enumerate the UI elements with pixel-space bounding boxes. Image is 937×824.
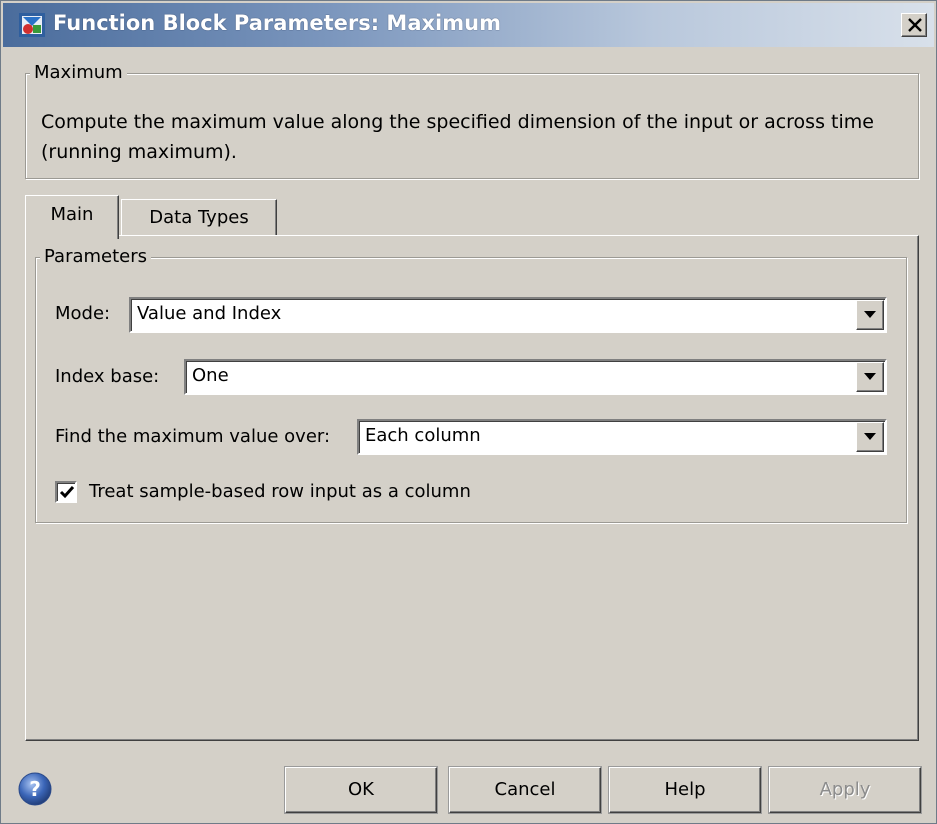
apply-button[interactable]: Apply xyxy=(769,767,921,813)
tab-main-label: Main xyxy=(50,204,94,225)
close-button[interactable] xyxy=(901,13,927,37)
window-title: Function Block Parameters: Maximum xyxy=(53,11,501,35)
tab-data-types-label: Data Types xyxy=(149,207,249,228)
simulink-block-icon xyxy=(19,13,45,37)
find-over-select[interactable]: Each column xyxy=(357,419,887,455)
chevron-down-icon xyxy=(864,433,876,440)
index-base-dropdown-button[interactable] xyxy=(856,362,884,392)
mode-label: Mode: xyxy=(55,303,111,324)
help-button[interactable]: Help xyxy=(609,767,761,813)
find-over-label: Find the maximum value over: xyxy=(55,426,331,447)
description-group-legend: Maximum xyxy=(30,62,127,83)
active-tab-joint xyxy=(27,233,117,237)
find-over-value: Each column xyxy=(365,425,481,446)
chevron-down-icon xyxy=(864,311,876,318)
mode-select[interactable]: Value and Index xyxy=(129,297,887,333)
ok-button[interactable]: OK xyxy=(285,767,437,813)
find-over-dropdown-button[interactable] xyxy=(856,422,884,452)
tab-data-types[interactable]: Data Types xyxy=(121,199,277,235)
mode-value: Value and Index xyxy=(137,303,282,324)
parameters-group-legend: Parameters xyxy=(40,246,152,267)
svg-text:?: ? xyxy=(29,777,41,801)
index-base-select[interactable]: One xyxy=(184,359,887,395)
treat-row-label[interactable]: Treat sample-based row input as a column xyxy=(89,481,471,502)
block-description: Compute the maximum value along the spec… xyxy=(41,111,874,163)
dialog-window: Function Block Parameters: Maximum Maxim… xyxy=(0,0,937,824)
index-base-value: One xyxy=(192,365,229,386)
checkmark-icon xyxy=(59,486,75,499)
title-bar[interactable]: Function Block Parameters: Maximum xyxy=(3,3,934,47)
close-icon xyxy=(908,18,922,32)
treat-row-checkbox[interactable] xyxy=(55,481,77,503)
question-mark-icon[interactable]: ? xyxy=(17,771,53,807)
mode-dropdown-button[interactable] xyxy=(856,300,884,330)
index-base-label: Index base: xyxy=(55,366,160,387)
chevron-down-icon xyxy=(864,373,876,380)
cancel-button[interactable]: Cancel xyxy=(449,767,601,813)
